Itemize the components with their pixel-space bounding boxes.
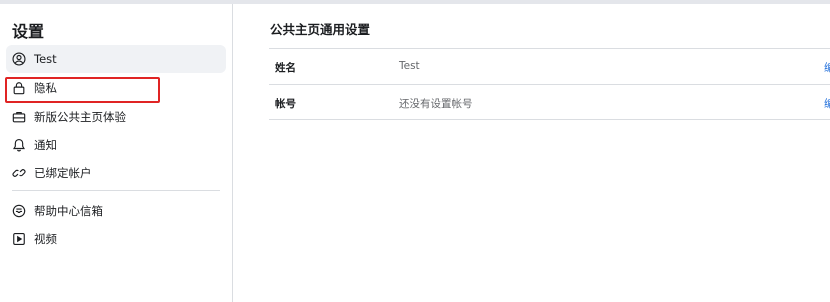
link-icon [12, 166, 26, 180]
sidebar-item-label: 已绑定帐户 [34, 166, 92, 180]
lock-icon [12, 81, 26, 95]
settings-row-name: 姓名 Test 编 [269, 48, 830, 84]
page-title: 公共主页通用设置 [270, 22, 371, 37]
sidebar-item-label: Test [34, 52, 57, 66]
sidebar-item-notifications[interactable]: 通知 [6, 131, 226, 159]
sidebar-item-label: 通知 [34, 138, 57, 152]
edit-username-link[interactable]: 编 [824, 96, 830, 111]
settings-row-username: 帐号 还没有设置帐号 编 [269, 84, 830, 120]
briefcase-icon [12, 110, 26, 124]
play-video-icon [12, 232, 26, 246]
sidebar-item-label: 新版公共主页体验 [34, 110, 126, 124]
sidebar-item-help-inbox[interactable]: 帮助中心信箱 [6, 197, 226, 225]
sidebar-item-new-page-experience[interactable]: 新版公共主页体验 [6, 103, 226, 131]
row-label: 姓名 [275, 62, 296, 74]
sidebar-item-linked-accounts[interactable]: 已绑定帐户 [6, 159, 226, 187]
settings-sidebar: 设置 Test 隐私 新版公共主页体验 通知 已绑定帐户 帮助中心信箱 视频 [0, 4, 233, 302]
main-panel: 公共主页通用设置 姓名 Test 编 帐号 还没有设置帐号 编 [233, 4, 830, 302]
row-value: Test [399, 60, 420, 72]
sidebar-item-test[interactable]: Test [6, 45, 226, 73]
sidebar-title: 设置 [12, 22, 45, 41]
sidebar-item-label: 视频 [34, 232, 57, 246]
edit-name-link[interactable]: 编 [824, 60, 830, 75]
row-label: 帐号 [275, 98, 296, 110]
bell-icon [12, 138, 26, 152]
sidebar-item-label: 帮助中心信箱 [34, 204, 103, 218]
sidebar-divider [12, 190, 220, 191]
sidebar-item-privacy[interactable]: 隐私 [6, 74, 226, 102]
user-circle-icon [12, 52, 26, 66]
sidebar-item-label: 隐私 [34, 81, 57, 95]
sidebar-item-video[interactable]: 视频 [6, 225, 226, 253]
inbox-icon [12, 204, 26, 218]
row-value: 还没有设置帐号 [399, 98, 473, 110]
